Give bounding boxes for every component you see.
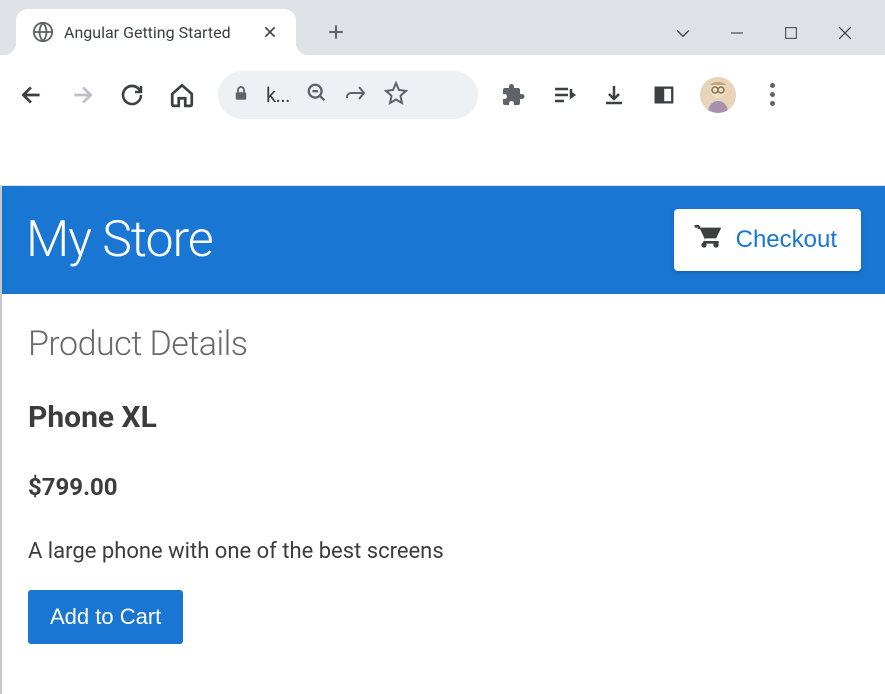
url-text: k... <box>266 83 290 107</box>
forward-button <box>68 81 96 109</box>
maximize-button[interactable] <box>779 21 803 45</box>
browser-titlebar: Angular Getting Started <box>0 0 885 55</box>
app-title: My Store <box>26 211 213 269</box>
kebab-menu[interactable] <box>758 81 786 109</box>
close-tab-button[interactable] <box>258 20 282 44</box>
address-bar[interactable]: k... <box>218 71 478 119</box>
checkout-label: Checkout <box>736 226 837 254</box>
back-button[interactable] <box>18 81 46 109</box>
product-details: Product Details Phone XL $799.00 A large… <box>0 294 885 694</box>
tab-title: Angular Getting Started <box>64 23 248 42</box>
section-title: Product Details <box>28 324 859 364</box>
zoom-out-icon[interactable] <box>306 82 328 108</box>
product-price: $799.00 <box>28 473 859 501</box>
app-header: My Store Checkout <box>0 186 885 294</box>
profile-avatar[interactable] <box>700 77 736 113</box>
checkout-button[interactable]: Checkout <box>674 209 861 271</box>
browser-toolbar: k... <box>0 55 885 135</box>
chevron-down-icon[interactable] <box>671 21 695 45</box>
minimize-button[interactable] <box>725 21 749 45</box>
globe-icon <box>32 21 54 43</box>
downloads-icon[interactable] <box>600 81 628 109</box>
extensions-icon[interactable] <box>500 81 528 109</box>
home-button[interactable] <box>168 81 196 109</box>
product-name: Phone XL <box>28 400 859 435</box>
new-tab-button[interactable] <box>318 9 354 55</box>
close-window-button[interactable] <box>833 21 857 45</box>
side-panel-icon[interactable] <box>650 81 678 109</box>
star-icon[interactable] <box>384 81 408 109</box>
reading-list-icon[interactable] <box>550 81 578 109</box>
reload-button[interactable] <box>118 81 146 109</box>
page-content: My Store Checkout Product Details Phone … <box>0 185 885 694</box>
product-description: A large phone with one of the best scree… <box>28 539 859 564</box>
browser-tab[interactable]: Angular Getting Started <box>16 9 296 55</box>
lock-icon <box>232 84 250 106</box>
cart-icon <box>692 221 724 260</box>
window-controls <box>671 21 877 55</box>
add-to-cart-button[interactable]: Add to Cart <box>28 590 183 644</box>
share-icon[interactable] <box>344 81 368 109</box>
